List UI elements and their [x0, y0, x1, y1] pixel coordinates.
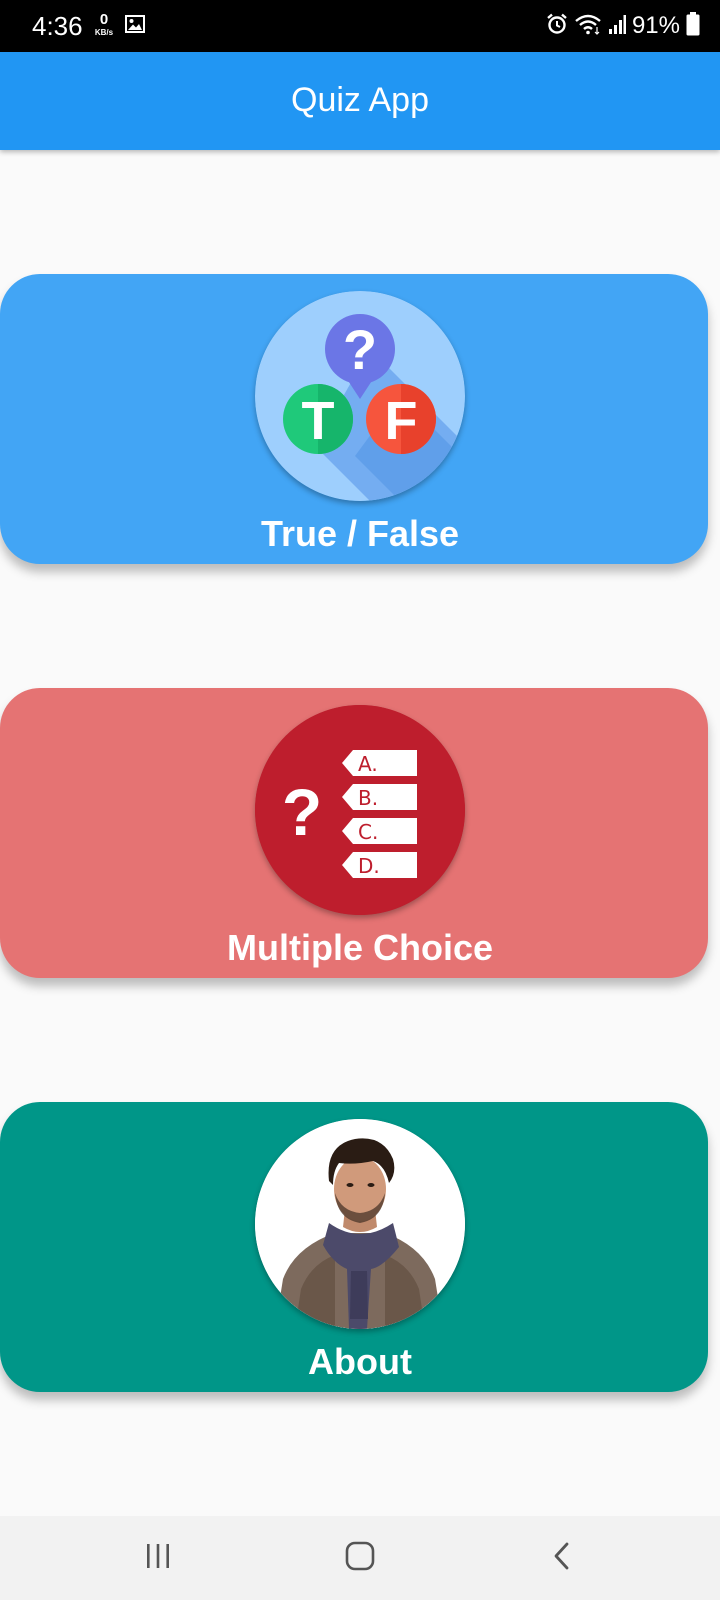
tf-false-letter: F [385, 391, 418, 451]
alarm-icon [546, 13, 568, 40]
avatar [255, 1119, 465, 1329]
home-button[interactable] [330, 1530, 390, 1586]
option-tag-d: D. [342, 852, 417, 878]
tf-true-letter: T [302, 391, 335, 451]
gallery-icon [125, 15, 145, 33]
battery-icon [686, 11, 700, 41]
signal-icon [608, 13, 626, 40]
option-d-label: D. [358, 854, 380, 878]
option-tag-a: A. [342, 750, 417, 776]
multiple-choice-card[interactable]: ? A. B. C. D. Multiple Choice [0, 688, 708, 978]
true-false-icon: ? T F [255, 291, 465, 501]
network-speed-indicator: 0 KB/s [90, 12, 118, 37]
multiple-choice-icon: ? A. B. C. D. [255, 705, 465, 915]
back-icon [552, 1541, 572, 1576]
about-card[interactable]: About [0, 1102, 708, 1392]
option-a-label: A. [358, 752, 378, 776]
status-icons: 91% [546, 11, 700, 41]
network-speed-unit: KB/s [94, 28, 114, 37]
option-tag-c: C. [342, 818, 417, 844]
home-icon [345, 1541, 375, 1576]
wifi-icon [574, 13, 602, 40]
app-bar: Quiz App [0, 52, 720, 150]
battery-percentage: 91% [631, 12, 680, 39]
option-tag-b: B. [342, 784, 417, 810]
true-false-card[interactable]: ? T F True / False [0, 274, 708, 564]
about-label: About [308, 1341, 412, 1382]
status-bar: 4:36 0 KB/s 91% [0, 0, 720, 52]
option-b-label: B. [358, 786, 378, 810]
tf-question-mark: ? [343, 318, 377, 381]
recent-apps-icon [144, 1543, 172, 1574]
network-speed-value: 0 [99, 11, 109, 28]
mc-question-mark: ? [282, 775, 322, 849]
recent-apps-button[interactable] [128, 1530, 188, 1586]
navigation-bar [0, 1516, 720, 1600]
option-c-label: C. [358, 820, 378, 844]
multiple-choice-label: Multiple Choice [226, 927, 493, 968]
app-title: Quiz App [291, 81, 429, 119]
true-false-label: True / False [260, 513, 460, 554]
back-button[interactable] [532, 1530, 592, 1586]
status-time: 4:36 [32, 11, 83, 41]
